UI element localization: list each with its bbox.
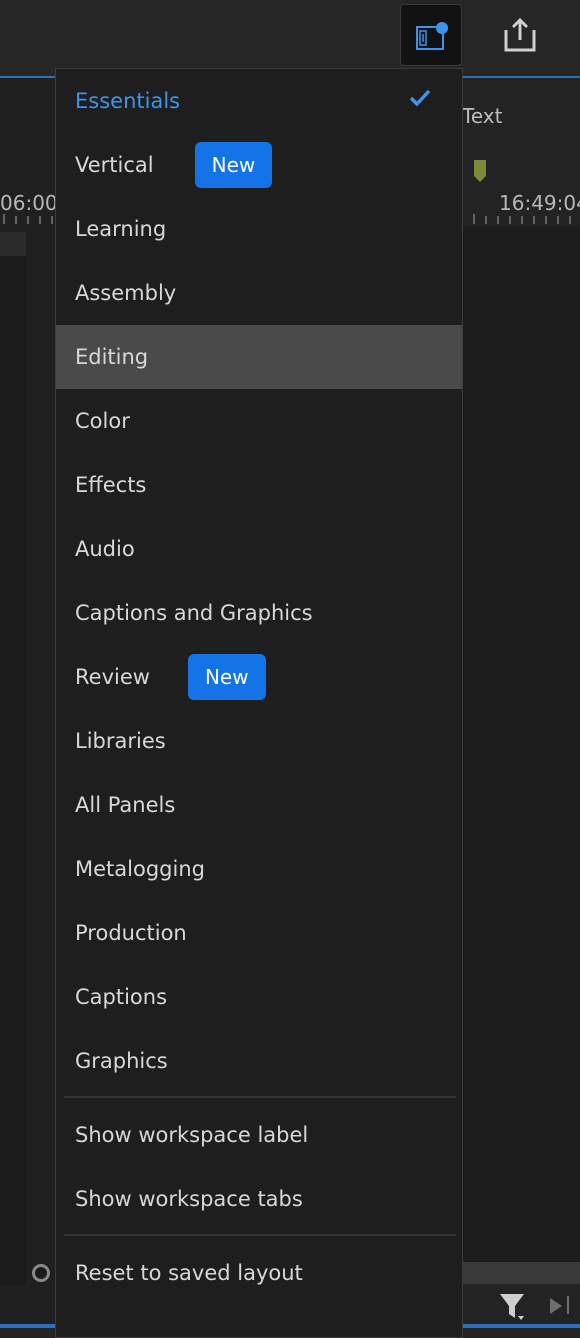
menu-item-vertical[interactable]: Vertical New — [56, 133, 462, 197]
menu-item-label: Graphics — [75, 1049, 168, 1073]
workspaces-icon — [416, 22, 448, 50]
track-strip — [0, 256, 26, 1286]
menu-item-effects[interactable]: Effects — [56, 453, 462, 517]
checkmark-icon — [409, 89, 431, 107]
menu-item-metalogging[interactable]: Metalogging — [56, 837, 462, 901]
menu-item-label: Learning — [75, 217, 167, 241]
timecode-left: 06:00 — [0, 191, 58, 215]
menu-item-color[interactable]: Color — [56, 389, 462, 453]
menu-item-label: Metalogging — [75, 857, 205, 881]
menu-item-label: Show workspace tabs — [75, 1187, 303, 1211]
menu-item-assembly[interactable]: Assembly — [56, 261, 462, 325]
menu-item-label: Captions and Graphics — [75, 601, 313, 625]
menu-item-show-workspace-label[interactable]: Show workspace label — [56, 1103, 462, 1167]
menu-divider — [64, 1234, 456, 1236]
zoom-scroll-handle[interactable] — [32, 1264, 50, 1282]
menu-divider — [64, 1096, 456, 1098]
menu-item-audio[interactable]: Audio — [56, 517, 462, 581]
menu-item-label: Assembly — [75, 281, 177, 305]
filter-icon[interactable] — [498, 1292, 528, 1322]
menu-item-label: Vertical — [75, 153, 154, 177]
menu-item-label: Essentials — [75, 89, 181, 113]
workspaces-menu: Essentials Vertical New Learning Assembl… — [55, 68, 463, 1338]
workspaces-button[interactable] — [400, 4, 462, 66]
new-badge: New — [187, 654, 266, 700]
text-panel-tab[interactable]: Text — [462, 104, 502, 128]
menu-item-editing[interactable]: Editing — [56, 325, 462, 389]
share-export-icon — [504, 17, 536, 52]
menu-item-label: Color — [75, 409, 130, 433]
horizontal-scrollbar[interactable] — [462, 1262, 580, 1284]
menu-item-label: Reset to saved layout — [75, 1261, 303, 1285]
menu-item-label: Production — [75, 921, 187, 945]
play-audio-icon[interactable] — [548, 1294, 580, 1320]
marker-icon — [474, 160, 486, 182]
menu-item-label: Audio — [75, 537, 135, 561]
new-badge: New — [194, 142, 273, 188]
menu-item-label: Editing — [75, 345, 149, 369]
menu-item-captions[interactable]: Captions — [56, 965, 462, 1029]
menu-item-label: All Panels — [75, 793, 176, 817]
top-bar — [0, 0, 580, 76]
menu-item-essentials[interactable]: Essentials — [56, 69, 462, 133]
menu-item-review[interactable]: Review New — [56, 645, 462, 709]
share-button[interactable] — [500, 16, 540, 56]
menu-item-captions-and-graphics[interactable]: Captions and Graphics — [56, 581, 462, 645]
menu-item-label: Libraries — [75, 729, 166, 753]
menu-item-label: Show workspace label — [75, 1123, 309, 1147]
menu-item-label: Review — [75, 665, 150, 689]
track-header — [0, 232, 26, 256]
menu-item-learning[interactable]: Learning — [56, 197, 462, 261]
menu-item-production[interactable]: Production — [56, 901, 462, 965]
menu-item-label: Captions — [75, 985, 168, 1009]
menu-item-reset-to-saved-layout[interactable]: Reset to saved layout — [56, 1241, 462, 1305]
menu-item-all-panels[interactable]: All Panels — [56, 773, 462, 837]
menu-item-show-workspace-tabs[interactable]: Show workspace tabs — [56, 1167, 462, 1231]
timeline-panel-right — [462, 226, 580, 1264]
menu-item-label: Effects — [75, 473, 147, 497]
menu-item-libraries[interactable]: Libraries — [56, 709, 462, 773]
menu-item-graphics[interactable]: Graphics — [56, 1029, 462, 1093]
timecode-right: 16:49:04 — [499, 191, 580, 215]
